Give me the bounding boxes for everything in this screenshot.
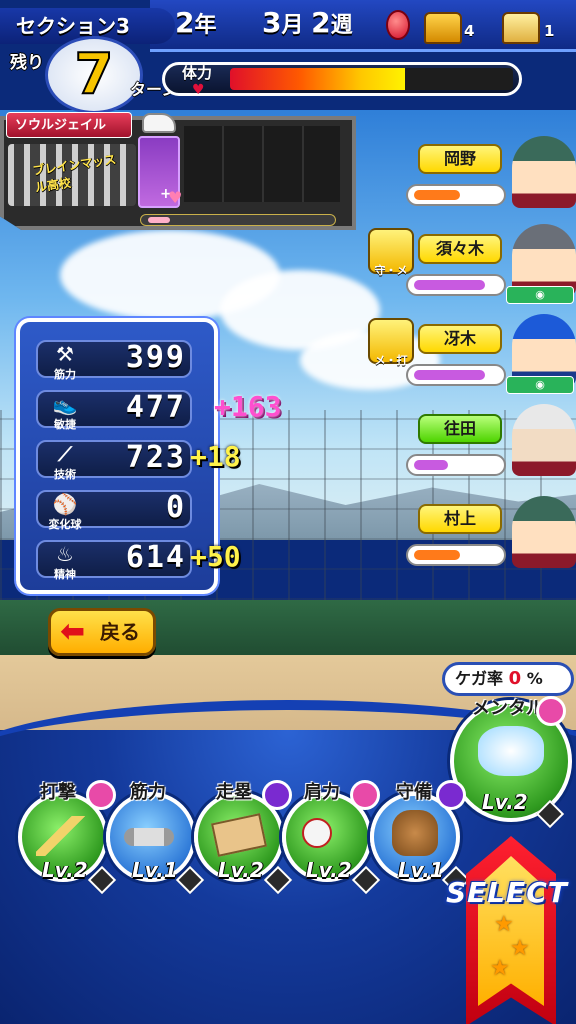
remaining-label: 残り [10,53,44,73]
injury-rate-badge: ケガ率 0 % [442,662,574,696]
stat-value-breaking-ball: 0 [165,490,186,525]
practice-title: 走塁 [216,782,252,803]
teammate-bond-fill [414,550,460,560]
practice-level: Lv.2 [306,858,352,882]
turns-left-value: 7 [74,41,115,108]
teammate-bond-fill [414,460,448,470]
stat-bonus-technique: +18 [190,440,241,473]
teammate-name[interactable]: 冴木 [418,324,502,354]
practice-title: 肩力 [304,782,340,803]
stat-bonus-agility: +163 [214,390,282,423]
teammate-name[interactable]: 岡野 [418,144,502,174]
soul-slot-grid [184,126,340,202]
heart-icon: ♥ [192,82,205,98]
bonus-badge-icon [86,780,116,810]
year-unit: 年 [194,13,217,38]
week-number: 2 [311,6,331,39]
bonus-badge-icon [350,780,380,810]
injury-rate-label: ケガ率 [455,669,504,688]
teammate-bond-fill [414,190,460,200]
event-badge-label: 守・メ [374,264,408,277]
cleat-icon [142,113,176,133]
practice-level: Lv.2 [482,790,528,814]
stat-value-technique: 723 [125,440,186,475]
silver-chest-count: 1 [544,22,555,40]
practice-level: Lv.1 [132,858,178,882]
bond-icon: ◉ [506,376,574,394]
star-icon: ★ [494,912,514,937]
heart-icon: ♥ [168,188,183,207]
select-button[interactable]: SELECT [446,876,568,909]
week-unit: 週 [330,13,353,38]
practice-title: 筋力 [130,782,166,803]
injury-rate-unit: % [526,669,543,688]
teammate-portrait[interactable] [512,136,576,208]
gold-chest-count: 4 [464,22,475,40]
stat-value-strength: 399 [125,340,186,375]
month-unit: 月 [281,13,304,38]
teammate-name[interactable]: 須々木 [418,234,502,264]
left-arrow-icon: ⬅ [60,614,86,649]
year-number: 2 [175,6,195,39]
star-icon: ★ [490,956,510,981]
teammate-name[interactable]: 村上 [418,504,502,534]
target-icon [262,780,292,810]
bat-icon [36,816,86,856]
glove-icon [392,810,438,856]
soul-progress-fill [148,217,170,223]
status-header: セクション3 残り 7 ターン 2年 3月 2週 4 1 体力 ♥ [0,0,576,114]
mood-icon[interactable] [386,10,410,40]
injury-rate-value: 0 [508,668,522,689]
star-icon: ★ [510,936,530,961]
sparkle-icon [478,726,544,776]
date-display: 3月 2週 [262,6,353,39]
stamina-label: 体力 [182,64,213,82]
bonus-badge-icon [536,696,566,726]
soul-jail-tag: ソウルジェイル [6,112,132,138]
practice-level: Lv.2 [42,858,88,882]
silver-chest-icon[interactable] [502,12,540,44]
baseball-icon [302,818,332,848]
teammate-name[interactable]: 往田 [418,414,502,444]
teammate-portrait[interactable] [512,404,576,476]
practice-title: 打撃 [40,782,76,803]
stamina-bar-fill [230,68,406,90]
stat-value-agility: 477 [125,390,186,425]
back-button-label: 戻る [100,620,140,644]
practice-level: Lv.1 [398,858,444,882]
stat-value-spirit: 614 [125,540,186,575]
practice-level: Lv.2 [218,858,264,882]
practice-title: メンタル [472,698,544,719]
stat-bonus-spirit: +50 [190,540,241,573]
teammate-bond-fill [414,370,485,380]
bond-icon: ◉ [506,286,574,304]
year-display: 2年 [175,6,217,39]
practice-title: 守備 [396,782,432,803]
teammate-bond-fill [414,280,485,290]
dumbbell-icon [124,828,174,846]
event-badge-label: メ・打 [374,354,408,367]
teammate-portrait[interactable] [512,496,576,568]
bonus-badge-icon [436,780,466,810]
stamina-bar [230,68,513,90]
gold-chest-icon[interactable] [424,12,462,44]
month-number: 3 [262,6,282,39]
